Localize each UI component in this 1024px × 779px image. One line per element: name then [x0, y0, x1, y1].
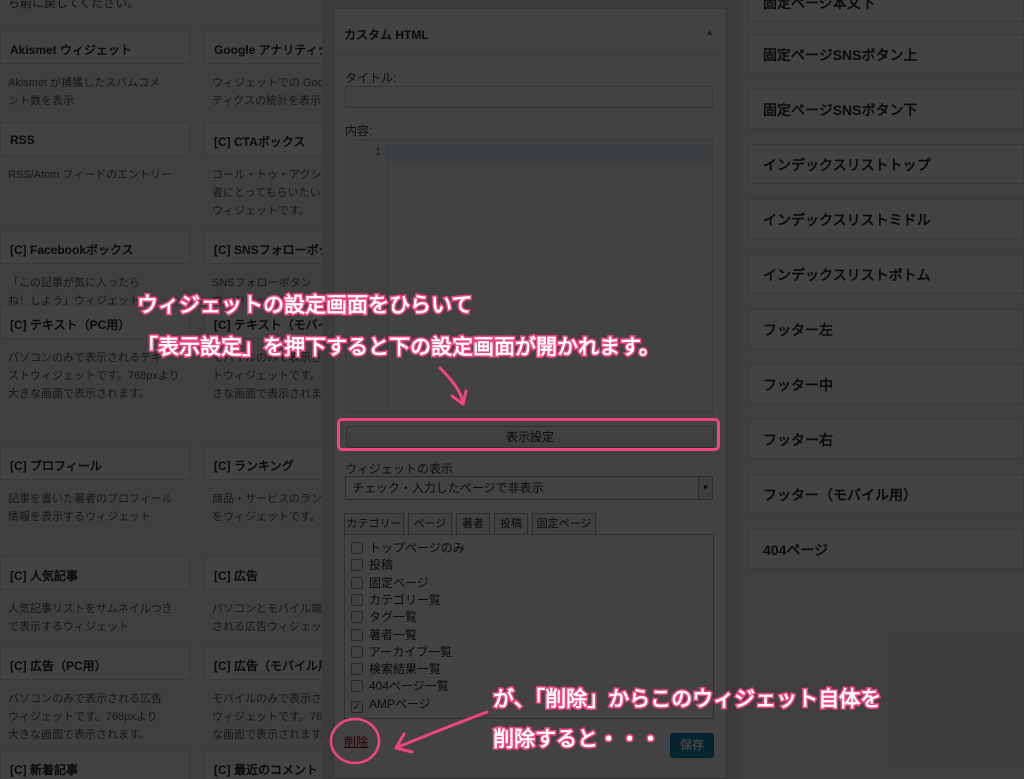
- annotation-marks: [329, 366, 489, 765]
- annotation-line-2: 「表示設定」を押下すると下の設定画面が開かれます。: [136, 335, 662, 361]
- delete-circle-icon: [329, 717, 381, 765]
- annotation-line-1: ウィジェットの設定画面をひらいて: [135, 293, 473, 319]
- arrow-left-icon: [396, 710, 489, 749]
- annotation-line-4: 削除すると・・・: [492, 727, 663, 753]
- annotation-line-3: が、「削除」からこのウィジェット自体を: [491, 687, 882, 713]
